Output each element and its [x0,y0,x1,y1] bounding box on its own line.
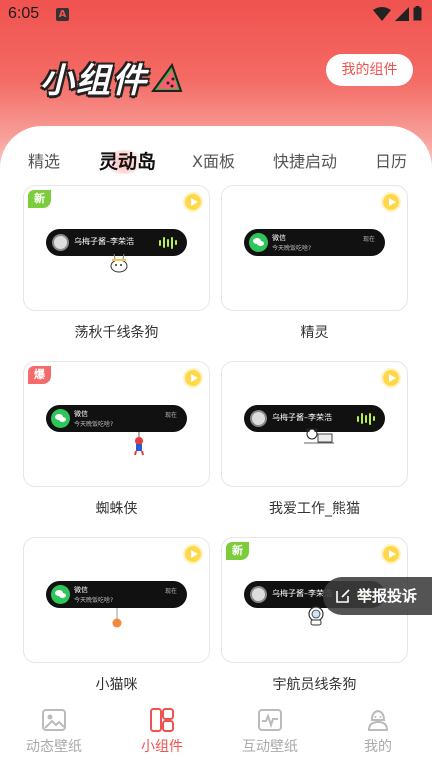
astronaut-dog-icon [308,606,324,626]
image-icon [42,709,66,731]
hot-badge: 爆 [28,366,51,384]
new-badge: 新 [226,542,249,560]
working-panda-icon [304,428,334,444]
tab-x-panel[interactable]: X面板 [192,146,235,178]
card-label: 荡秋千线条狗 [74,325,159,341]
nav-profile[interactable]: 我的 [324,700,432,760]
message-sender: 微信 [272,234,286,242]
spiderman-icon [134,432,144,456]
play-icon[interactable] [183,368,203,388]
message-text: 今天晚饭吃啥? [272,245,312,252]
card-label: 小猫咪 [95,677,138,693]
message-sender: 微信 [74,586,88,594]
category-tabs: 精选 灵动岛 X面板 快捷启动 日历 [0,146,432,178]
message-text: 今天晚饭吃啥? [74,597,114,604]
widget-card[interactable]: 爆 微信 今天晚饭吃啥? 现在 [23,361,210,487]
pulse-icon [258,709,282,731]
status-time: 6:05 [8,5,40,22]
widget-card[interactable]: 新 乌梅子酱–李荣浩 [23,185,210,311]
dynamic-island-preview: 微信 今天晚饭吃啥? 现在 [46,405,187,432]
message-time: 现在 [362,236,375,243]
sound-wave-icon [357,412,375,425]
brand-logo: 小组件 [40,52,184,102]
message-text: 今天晚饭吃啥? [74,421,114,428]
album-avatar-icon [52,234,69,251]
card-label: 宇航员线条狗 [272,677,357,693]
message-time: 现在 [164,412,177,419]
nav-label: 小组件 [141,739,183,755]
nav-widgets[interactable]: 小组件 [108,700,216,760]
new-badge: 新 [28,190,51,208]
status-icons [373,6,422,21]
album-avatar-icon [250,586,267,603]
nav-label: 我的 [364,739,392,755]
nav-live-wallpaper[interactable]: 动态壁纸 [0,700,108,760]
play-icon[interactable] [381,544,401,564]
song-title: 乌梅子酱–李荣浩 [272,413,332,422]
play-icon[interactable] [381,368,401,388]
card-label: 我爱工作_熊猫 [269,501,360,517]
tab-quick-launch[interactable]: 快捷启动 [273,146,337,178]
message-time: 现在 [164,588,177,595]
dynamic-island-preview: 微信 今天晚饭吃啥? 现在 [46,581,187,608]
card-label: 蜘蛛侠 [95,501,138,517]
report-button-label: 举报投诉 [357,587,418,605]
card-label: 精灵 [300,325,329,341]
widget-card[interactable]: 乌梅子酱–李荣浩 [221,361,408,487]
play-icon[interactable] [183,544,203,564]
status-bar: 6:05 A [0,0,432,30]
dynamic-island-preview: 乌梅子酱–李荣浩 [46,229,187,256]
widget-grid-icon [150,708,174,732]
nav-interactive-wallpaper[interactable]: 互动壁纸 [216,700,324,760]
cat-yarn-icon [112,608,122,628]
tab-featured[interactable]: 精选 [28,146,60,178]
watermelon-icon [151,62,183,92]
wechat-icon [51,409,70,428]
message-sender: 微信 [74,410,88,418]
wifi-icon [373,6,391,21]
tab-dynamic-island[interactable]: 灵动岛 [99,146,156,178]
song-title: 乌梅子酱–李荣浩 [74,237,134,246]
widget-card[interactable]: 微信 今天晚饭吃啥? 现在 [221,185,408,311]
sound-wave-icon [159,236,177,249]
notification-app-icon: A [56,8,69,21]
profile-icon [367,709,389,731]
battery-icon [413,6,422,21]
swinging-dog-icon [110,254,128,273]
report-button[interactable]: 举报投诉 [323,577,432,615]
nav-label: 动态壁纸 [26,739,82,755]
wechat-icon [249,233,268,252]
page-title: 小组件 [40,60,148,101]
play-icon[interactable] [183,192,203,212]
edit-icon [336,589,350,603]
nav-label: 互动壁纸 [242,739,298,755]
play-icon[interactable] [381,192,401,212]
signal-icon [395,6,409,21]
tab-calendar[interactable]: 日历 [375,146,407,178]
wechat-icon [51,585,70,604]
dynamic-island-preview: 微信 今天晚饭吃啥? 现在 [244,229,385,256]
my-widgets-button[interactable]: 我的组件 [326,54,413,86]
bottom-navigation: 动态壁纸 小组件 互动壁纸 我的 [0,700,432,769]
widget-card[interactable]: 微信 今天晚饭吃啥? 现在 [23,537,210,663]
album-avatar-icon [250,410,267,427]
